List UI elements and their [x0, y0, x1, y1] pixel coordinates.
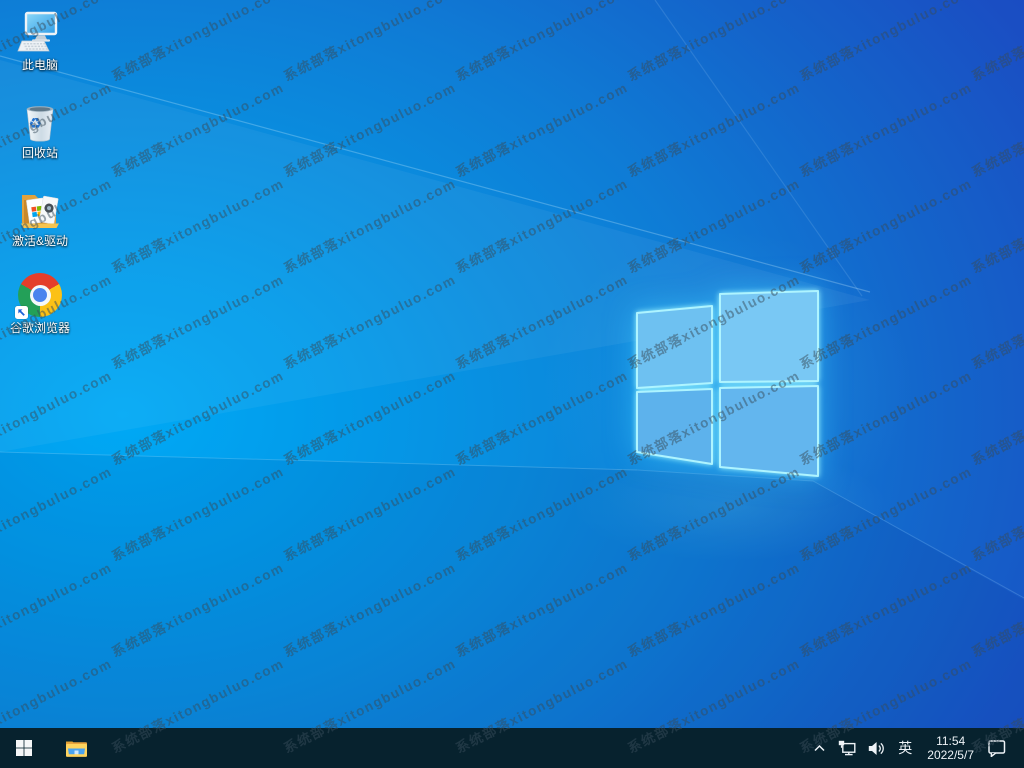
open-folder-icon: [16, 184, 64, 232]
desktop-icon-google-chrome[interactable]: 谷歌浏览器: [1, 267, 79, 342]
system-tray: 英 11:54 2022/5/7: [807, 728, 1024, 768]
wallpaper: [0, 0, 1024, 768]
desktop-icon-label: 激活&驱动: [11, 233, 68, 248]
speaker-icon: [869, 741, 885, 755]
recycle-bin-icon: ♻: [16, 96, 64, 144]
desktop: 此电脑 ♻ 回收站 激活&驱动 谷歌浏览器 英 11:54 2022/5/7 系…: [0, 0, 1024, 768]
desktop-icon-this-pc[interactable]: 此电脑: [1, 4, 79, 79]
show-hidden-icons-button[interactable]: [807, 728, 832, 768]
clock-date: 2022/5/7: [927, 748, 974, 762]
speech-bubble-icon: [988, 739, 1006, 757]
desktop-icon-recycle-bin[interactable]: ♻ 回收站: [1, 92, 79, 167]
network-button[interactable]: [832, 728, 862, 768]
desktop-icon-activation-driver[interactable]: 激活&驱动: [1, 180, 79, 255]
chevron-up-icon: [814, 744, 825, 752]
file-explorer-icon: [65, 741, 87, 757]
desktop-icon-label: 此电脑: [21, 58, 58, 72]
file-explorer-button[interactable]: [56, 728, 96, 768]
taskbar: 英 11:54 2022/5/7: [0, 728, 1024, 768]
windows-logo-icon: [16, 740, 32, 756]
volume-button[interactable]: [862, 728, 891, 768]
start-button[interactable]: [0, 728, 48, 768]
desktop-icon-list: 此电脑 ♻ 回收站 激活&驱动 谷歌浏览器: [1, 4, 79, 355]
chrome-icon: [15, 271, 64, 320]
desktop-icon-label: 谷歌浏览器: [9, 321, 70, 336]
svg-text:♻: ♻: [29, 114, 42, 132]
ethernet-icon: [839, 740, 856, 756]
ime-language-indicator[interactable]: 英: [891, 738, 919, 758]
desktop-icon-label: 回收站: [21, 145, 58, 160]
action-center-button[interactable]: [982, 728, 1012, 768]
taskbar-clock[interactable]: 11:54 2022/5/7: [919, 728, 982, 768]
clock-time: 11:54: [936, 734, 966, 748]
shortcut-arrow-icon: [15, 306, 28, 320]
this-pc-icon: [16, 8, 64, 56]
